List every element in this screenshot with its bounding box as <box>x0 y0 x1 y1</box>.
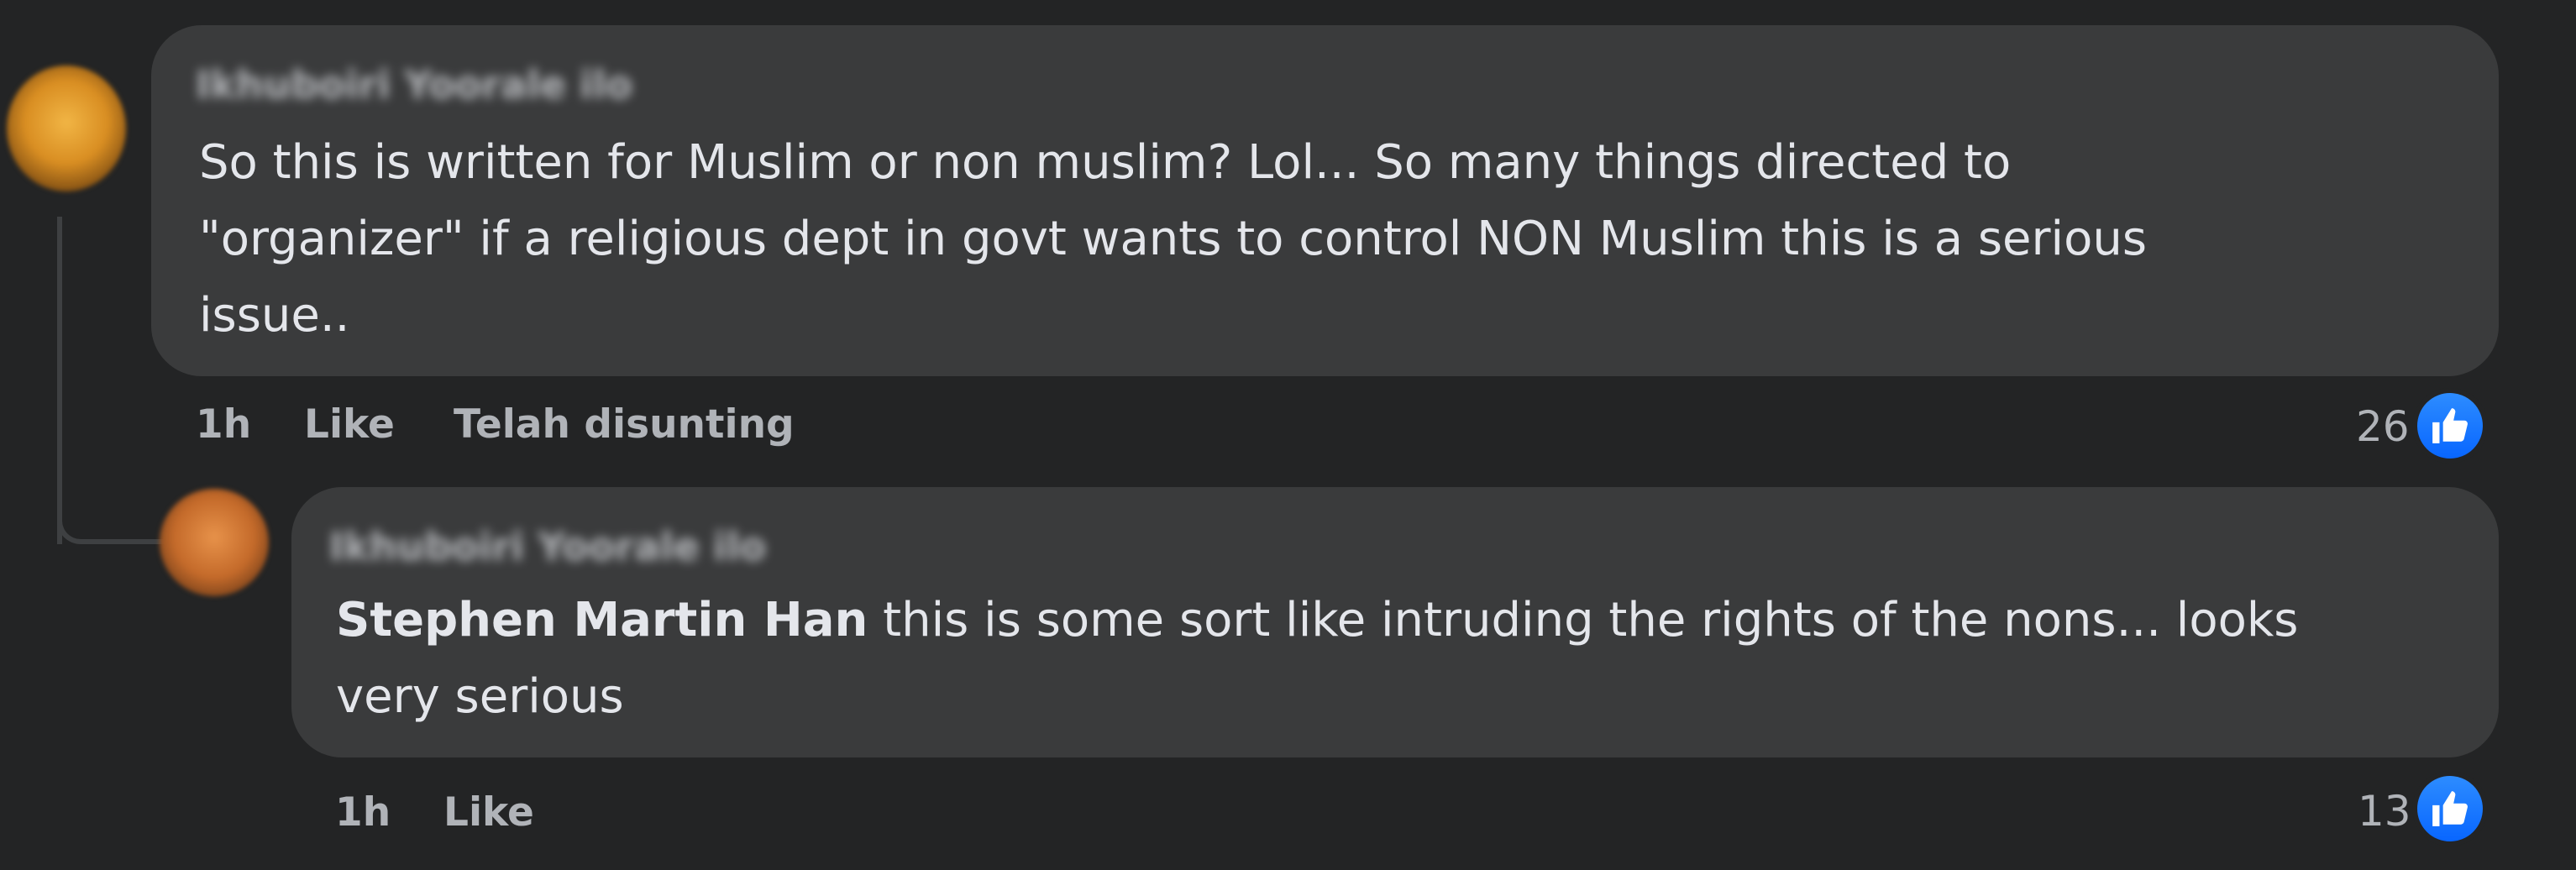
avatar[interactable] <box>7 66 126 191</box>
reaction-count[interactable]: 26 <box>2356 402 2410 451</box>
comment-author-name[interactable]: Ikhuboiri Yoorale ilo <box>196 62 632 107</box>
like-button[interactable]: Like <box>443 789 534 836</box>
reply-author-name[interactable]: Ikhuboiri Yoorale ilo <box>329 524 766 569</box>
edited-label[interactable]: Telah disunting <box>454 401 795 448</box>
thread-reply-connector <box>57 504 165 544</box>
avatar[interactable] <box>160 489 269 596</box>
mention-link[interactable]: Stephen Martin Han <box>336 593 868 647</box>
comment-timestamp[interactable]: 1h <box>196 401 251 448</box>
comment-text: So this is written for Muslim or non mus… <box>199 135 2148 343</box>
thumbs-up-icon[interactable] <box>2412 388 2488 464</box>
reaction-count[interactable]: 13 <box>2358 787 2411 836</box>
reply-timestamp[interactable]: 1h <box>335 789 391 836</box>
reply-text: Stephen Martin Han this is some sort lik… <box>336 582 2486 735</box>
like-button[interactable]: Like <box>304 401 395 448</box>
thumbs-up-icon[interactable] <box>2412 771 2488 846</box>
thread-line <box>57 217 62 544</box>
